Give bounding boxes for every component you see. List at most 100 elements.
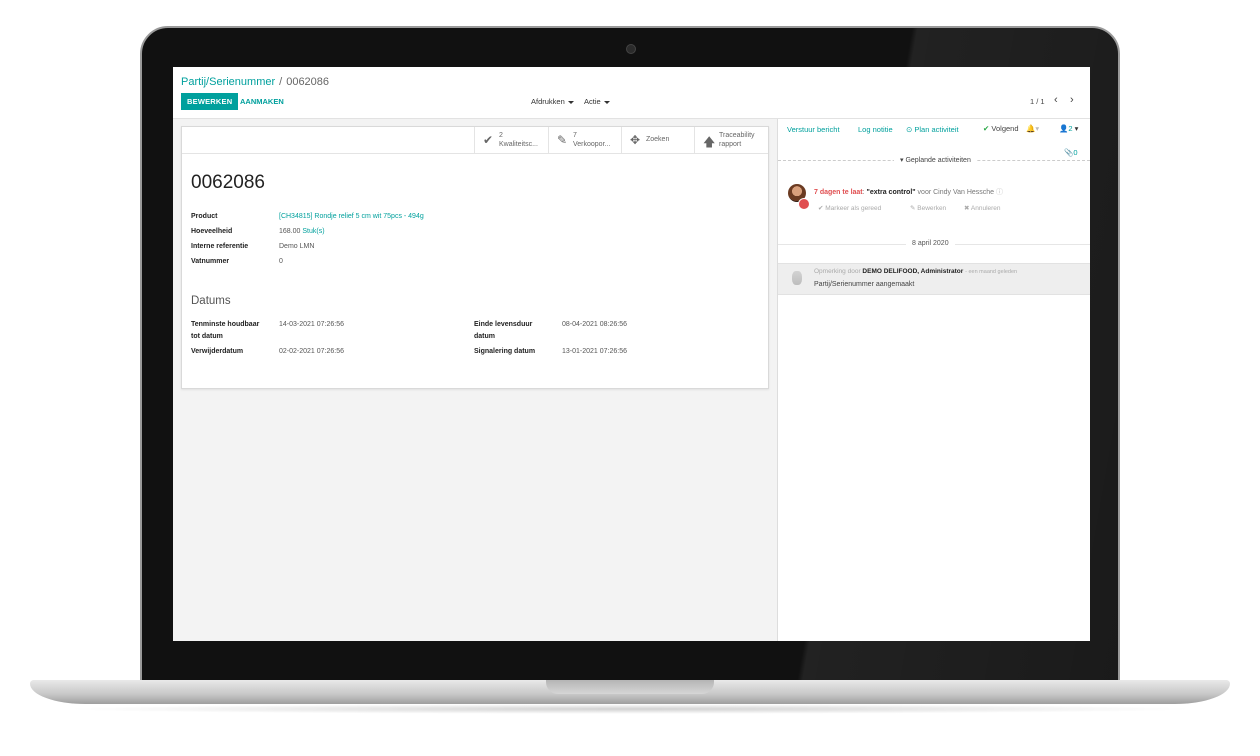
author-avatar — [792, 271, 802, 285]
activity-colon: : — [862, 189, 865, 196]
breadcrumb-current: 0062086 — [286, 76, 330, 88]
message-author: DEMO DELIFOOD, Administrator — [862, 268, 964, 275]
print-dropdown[interactable]: Afdrukken — [531, 97, 574, 106]
quantity-value: 168.00 Stuk(s) — [279, 228, 325, 235]
caret-down-icon: ▾ — [1074, 124, 1079, 133]
form-view: ✔ 2 Kwaliteitsc... ✎ 7 Verkoopor... ✥ Zo… — [173, 119, 778, 641]
control-panel: Partij/Serienummer /0062086 BEWERKEN AANM… — [173, 67, 1090, 119]
pager-value[interactable]: 1 / 1 — [1030, 97, 1045, 106]
cancel-activity-label: Annuleren — [970, 205, 1001, 212]
field-label-internal-reference: Interne referentie — [191, 243, 249, 250]
message-prefix: Opmerking door — [814, 268, 861, 275]
followers-count: 2 — [1068, 124, 1073, 133]
attachments-button[interactable]: 📎0 — [1064, 148, 1078, 157]
field-label-best-before: Tenminste houdbaar — [191, 321, 260, 328]
log-note-button[interactable]: Log notitie — [858, 125, 893, 134]
laptop-shadow — [60, 704, 1200, 714]
info-icon[interactable]: ⓘ — [996, 189, 1003, 196]
message-item: Opmerking door DEMO DELIFOOD, Administra… — [778, 263, 1090, 295]
breadcrumb-parent[interactable]: Partij/Serienummer — [181, 76, 275, 88]
button-box: ✔ 2 Kwaliteitsc... ✎ 7 Verkoopor... ✥ Zo… — [182, 127, 768, 154]
send-message-button[interactable]: Verstuur bericht — [787, 125, 840, 134]
form-sheet: ✔ 2 Kwaliteitsc... ✎ 7 Verkoopor... ✥ Zo… — [181, 126, 769, 389]
followers-button[interactable]: 👤2 ▾ — [1059, 124, 1078, 133]
action-dropdown[interactable]: Actie — [584, 97, 610, 106]
internal-reference-value: Demo LMN — [279, 243, 315, 250]
message-time: - een maand geleden — [965, 269, 1018, 275]
chatter: Verstuur bericht Log notitie ⊙ Plan acti… — [778, 119, 1090, 641]
mark-done-label: Markeer als gereed — [825, 205, 882, 212]
plan-activity-button[interactable]: ⊙ Plan activiteit — [906, 125, 959, 134]
paperclip-icon: 📎 — [1064, 148, 1074, 157]
search-button[interactable]: ✥ Zoeken — [621, 127, 694, 153]
activity-late: 7 dagen te laat — [814, 189, 863, 196]
removal-date-value: 02-02-2021 07:26:56 — [279, 348, 344, 355]
field-label-alert-date: Signalering datum — [474, 348, 536, 355]
breadcrumb: Partij/Serienummer /0062086 — [181, 76, 329, 88]
activities-toggle[interactable]: ▾ Geplande activiteiten — [894, 156, 977, 164]
quality-checks-button[interactable]: ✔ 2 Kwaliteitsc... — [474, 127, 548, 153]
edit-activity-button[interactable]: ✎ Bewerken — [910, 204, 946, 212]
activity-assignee: voor Cindy Van Hessche — [917, 189, 995, 196]
plan-activity-label: Plan activiteit — [914, 125, 959, 134]
record-title: 0062086 — [191, 172, 265, 193]
following-button[interactable]: ✔ Volgend — [983, 124, 1019, 133]
chevron-left-icon[interactable]: ‹ — [1054, 94, 1058, 106]
camera — [626, 44, 636, 54]
stat-label-line-2: rapport — [719, 141, 742, 148]
caret-down-icon: ▾ — [900, 157, 904, 164]
caret-down-icon — [603, 100, 610, 104]
field-label-best-before-2: tot datum — [191, 333, 223, 340]
barrel-number-value: 0 — [279, 258, 283, 265]
clock-icon: ⊙ — [906, 125, 913, 134]
stat-count: 7 — [573, 132, 577, 139]
mark-done-button[interactable]: ✔ Markeer als gereed — [818, 204, 881, 212]
activities-header: Geplande activiteiten — [905, 157, 971, 164]
product-link[interactable]: [CH34815] Rondje relief 5 cm wit 75pcs -… — [279, 213, 424, 220]
stat-label: Kwaliteitsc... — [499, 141, 538, 148]
cancel-activity-button[interactable]: ✖ Annuleren — [964, 204, 1001, 212]
chevron-right-icon[interactable]: › — [1070, 94, 1074, 106]
best-before-value: 14-03-2021 07:26:56 — [279, 321, 344, 328]
edit-activity-label: Bewerken — [917, 205, 947, 212]
dates-group-title: Datums — [191, 295, 231, 307]
stat-label: Zoeken — [646, 136, 670, 143]
move-icon: ✥ — [630, 133, 641, 147]
attachments-count: 0 — [1073, 148, 1078, 157]
breadcrumb-separator: / — [279, 76, 283, 88]
alert-date-value: 13-01-2021 07:26:56 — [562, 348, 627, 355]
message-header: Opmerking door DEMO DELIFOOD, Administra… — [814, 268, 1017, 275]
edit-icon: ✎ — [557, 133, 568, 147]
sales-orders-button[interactable]: ✎ 7 Verkoopor... — [548, 127, 621, 153]
arrow-up-icon: 🡅 — [703, 135, 716, 149]
check-icon: ✔ — [483, 133, 494, 147]
unit-link[interactable]: Stuk(s) — [302, 228, 324, 235]
activity-line: 7 dagen te laat: "extra control" voor Ci… — [814, 187, 1003, 197]
date-separator: 8 april 2020 — [906, 240, 955, 247]
activity-title: "extra control" — [866, 189, 916, 196]
edit-button[interactable]: BEWERKEN — [181, 93, 239, 110]
field-label-barrel-number: Vatnummer — [191, 258, 230, 265]
screen: Partij/Serienummer/0062086 BEWERKEN AANM… — [173, 67, 1090, 641]
quantity-number: 168.00 — [279, 228, 301, 235]
field-label-end-of-life-2: datum — [474, 333, 495, 340]
user-icon: 👤 — [1059, 124, 1069, 133]
field-label-end-of-life: Einde levensduur — [474, 321, 533, 328]
pencil-icon: ✎ — [910, 205, 916, 212]
caret-down-icon — [567, 100, 574, 104]
calendar-badge-icon — [798, 198, 810, 210]
traceability-report-button[interactable]: 🡅 Traceability rapport — [694, 127, 768, 153]
close-icon: ✖ — [964, 205, 970, 212]
message-body: Partij/Serienummer aangemaakt — [814, 281, 915, 288]
end-of-life-value: 08-04-2021 08:26:56 — [562, 321, 627, 328]
field-label-quantity: Hoeveelheid — [191, 228, 233, 235]
stat-label: Verkoopor... — [573, 141, 611, 148]
action-dropdown-label: Actie — [584, 97, 601, 106]
following-label: Volgend — [991, 124, 1019, 133]
laptop-notch — [546, 680, 714, 694]
field-label-product: Product — [191, 213, 218, 220]
field-label-removal-date: Verwijderdatum — [191, 348, 244, 355]
bell-icon[interactable]: 🔔▾ — [1026, 124, 1039, 133]
create-button[interactable]: AANMAKEN — [240, 93, 284, 110]
check-icon: ✔ — [983, 124, 990, 133]
